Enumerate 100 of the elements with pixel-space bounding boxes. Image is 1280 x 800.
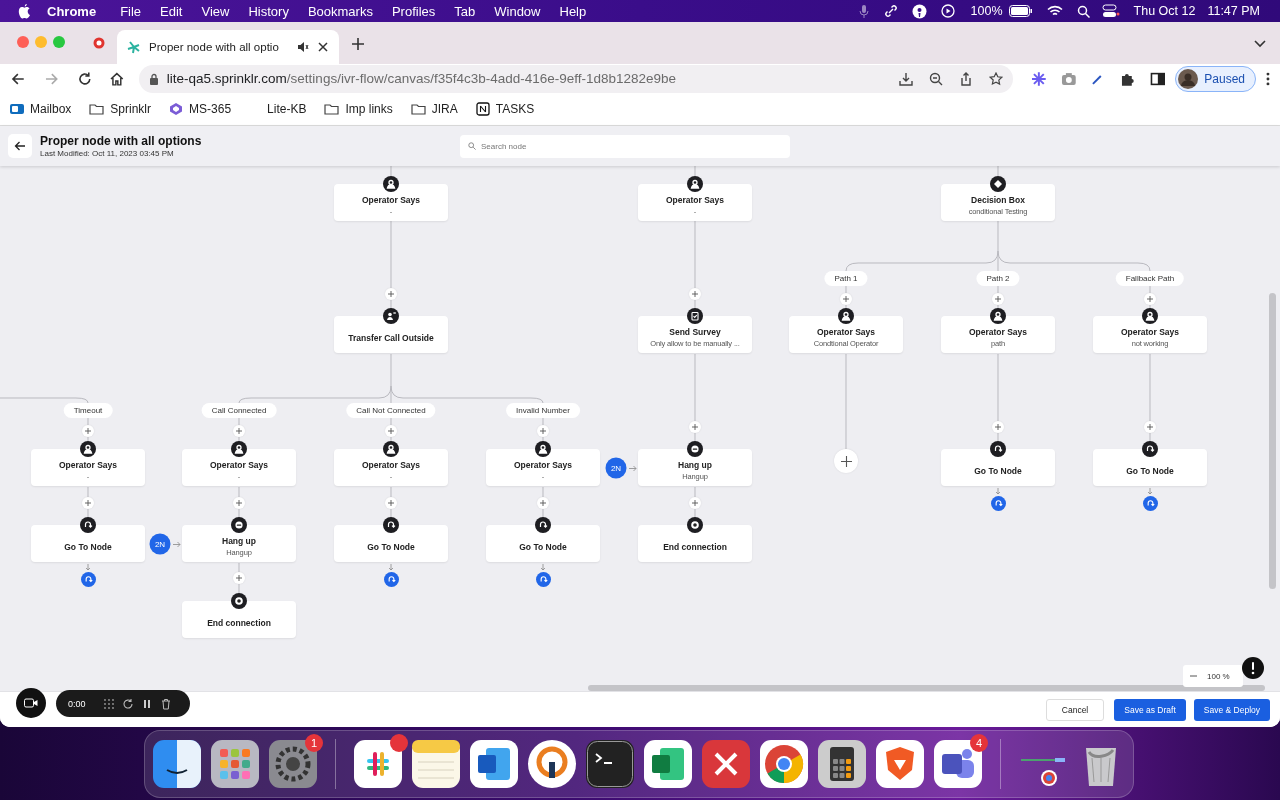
gear-icon[interactable] [269,739,317,788]
bookmark-link[interactable]: Mailbox [30,102,72,116]
wifi-icon[interactable] [1046,5,1063,17]
search-input[interactable]: Search node [481,141,782,151]
grid-icon[interactable] [103,697,115,710]
cancel-button[interactable]: Cancel [1045,698,1105,721]
bookmark-link[interactable]: JIRA [431,102,458,116]
menu-item[interactable]: Tab [454,3,476,19]
node-card[interactable]: Transfer Call Outside [334,316,448,353]
add-step-button[interactable] [385,425,397,437]
restart-icon[interactable] [122,697,134,710]
document-icon[interactable] [470,739,518,788]
app-grid-icon[interactable] [211,739,259,788]
bookmark-link[interactable]: TASKS [495,102,535,116]
add-step-button[interactable] [537,497,549,509]
shield-icon[interactable] [876,739,924,788]
bookmark-link[interactable]: Sprinklr [110,102,152,116]
terminal-icon[interactable] [586,739,634,788]
add-step-button[interactable] [537,425,549,437]
bookmark-link[interactable]: MS-365 [189,102,232,116]
profile-button[interactable]: Paused [1175,65,1257,92]
add-step-button[interactable] [992,421,1004,433]
add-step-button[interactable] [1144,421,1156,433]
browser-tab[interactable]: Proper node with all optio [117,30,339,64]
pause-icon[interactable] [141,697,153,710]
menu-item[interactable]: File [120,3,142,19]
node-card[interactable]: Go To Node [334,525,448,562]
finder-icon[interactable] [153,739,201,788]
bookmark-link[interactable]: Imp links [345,102,393,116]
home-icon[interactable] [109,70,125,87]
add-step-button[interactable] [1144,293,1156,305]
vertical-scrollbar[interactable] [1269,293,1276,589]
add-step-button[interactable] [82,497,94,509]
record-icon[interactable] [93,37,105,49]
podcast-icon[interactable] [911,3,927,19]
add-step-button[interactable] [689,421,701,433]
download-icon[interactable] [898,71,913,86]
add-step-button[interactable] [385,288,397,300]
add-step-button[interactable] [233,425,245,437]
go-to-target-icon[interactable] [535,572,551,587]
menu-item[interactable]: Edit [160,3,183,19]
node-card[interactable]: Go To Node [1093,449,1207,486]
star-icon[interactable] [988,71,1003,86]
address-bar[interactable]: lite-qa5.sprinklr.com/settings/ivr-flow/canvas/f35f4c3b-4add-416e-9eff-1d8b1282e9be [138,64,1013,93]
node-card[interactable]: Go To Node [486,525,600,562]
connection-count-badge[interactable]: 2N [605,457,627,479]
close-icon[interactable] [317,41,329,53]
menu-item[interactable]: Bookmarks [307,3,373,19]
add-step-button[interactable] [992,293,1004,305]
trash-icon[interactable] [160,697,172,710]
back-button[interactable] [8,134,32,158]
calculator-icon[interactable] [818,739,866,788]
add-step-button[interactable] [840,293,852,305]
zoom-icon[interactable] [928,71,943,86]
node-card[interactable]: Go To Node [941,449,1055,486]
apple-logo-icon[interactable] [18,3,31,19]
more-icon[interactable] [1266,70,1270,87]
connection-count-badge[interactable]: 2N [149,533,171,555]
add-step-button[interactable] [82,425,94,437]
go-to-target-icon[interactable] [383,572,399,587]
add-step-button[interactable] [689,288,701,300]
link-icon[interactable] [883,4,898,18]
sparkle-icon[interactable] [1030,70,1047,87]
alert-icon[interactable] [1242,657,1264,679]
bookmark-link[interactable]: Lite-KB [267,102,307,116]
chevron-down-icon[interactable] [1254,40,1266,48]
save-button[interactable]: Save & Deploy [1193,698,1270,721]
hash-icon[interactable] [354,739,402,788]
remote-desktop-icon[interactable] [702,739,750,788]
add-step-button[interactable] [834,449,858,473]
node-card[interactable]: End connection [638,525,752,562]
camera-icon[interactable] [1060,70,1077,87]
app-menu[interactable]: Chrome [47,3,97,19]
microphone-icon[interactable] [857,4,870,18]
new-tab-icon[interactable] [351,37,365,51]
go-to-target-icon[interactable] [990,496,1006,511]
node-card[interactable]: End connection [182,601,296,638]
control-center-icon[interactable] [1101,4,1120,18]
node-card[interactable]: Go To Node [31,525,145,562]
browser-icon[interactable] [760,739,808,788]
sidebar-icon[interactable] [1149,70,1166,87]
speaker-icon[interactable] [297,41,309,53]
search-icon[interactable] [1076,4,1090,18]
add-step-button[interactable] [233,572,245,584]
add-step-button[interactable] [233,497,245,509]
go-to-target-icon[interactable] [1142,496,1158,511]
search-field[interactable]: Search node [460,134,790,158]
team-chat-icon[interactable] [934,739,982,788]
keyhole-icon[interactable] [528,739,576,788]
notepad-icon[interactable] [412,739,460,788]
add-step-button[interactable] [689,497,701,509]
spreadsheet-icon[interactable] [644,739,692,788]
go-to-target-icon[interactable] [80,572,96,587]
share-icon[interactable] [958,71,973,86]
menu-item[interactable]: History [248,3,289,19]
horizontal-scrollbar[interactable] [588,685,1265,691]
menu-item[interactable]: Profiles [391,3,436,19]
play-icon[interactable] [940,4,955,18]
menu-item[interactable]: View [201,3,230,19]
menu-item[interactable]: Help [559,3,587,19]
